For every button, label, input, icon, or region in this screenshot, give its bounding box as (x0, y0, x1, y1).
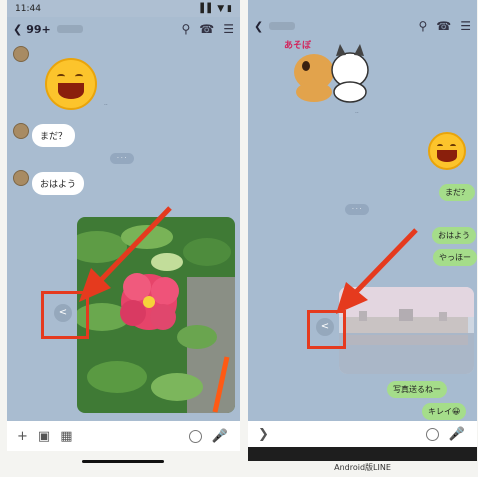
message-composer: ❯ 🎤 (248, 421, 477, 447)
mic-icon[interactable]: 🎤 (449, 427, 465, 442)
mic-icon[interactable]: 🎤 (212, 429, 228, 444)
red-arrow (336, 228, 418, 314)
right-chat-screen: ❮ ⚲ ☎ ☰ あそぼ ·· · · · まだ？ おはよう やっほー < 写真送… (248, 0, 477, 421)
caption: Android版LINE (334, 463, 391, 472)
red-arrow (79, 206, 172, 302)
nav-bar-strip (248, 447, 477, 461)
message-composer: + ▣ ▦ 🎤 (7, 421, 240, 451)
plus-icon[interactable]: + (17, 429, 28, 444)
sent-message[interactable]: キレイ😀 (422, 403, 467, 420)
emoji-icon[interactable] (425, 427, 439, 441)
chevron-right-icon[interactable]: ❯ (258, 427, 269, 442)
home-indicator[interactable] (82, 460, 164, 463)
image-icon[interactable]: ▦ (60, 429, 72, 444)
emoji-icon[interactable] (188, 429, 202, 443)
left-chat-screen: 11:44 ▌▌ ▼ ▮ ❮ 99+ ⚲ ☎ ☰ ·· まだ？ · · · おは… (7, 0, 240, 421)
sent-message[interactable]: 写真送るねー (387, 381, 447, 398)
camera-icon[interactable]: ▣ (38, 429, 50, 444)
